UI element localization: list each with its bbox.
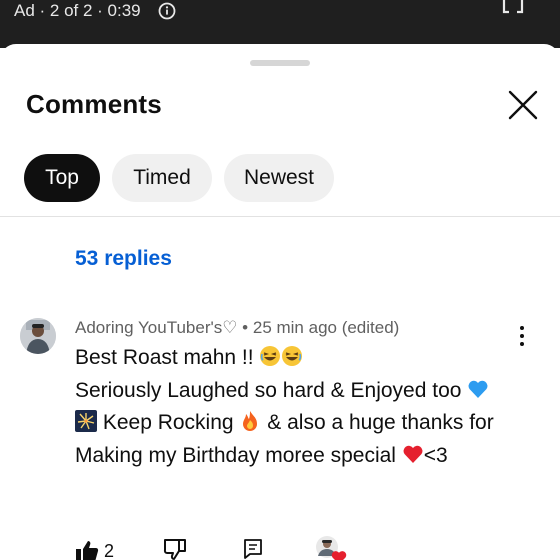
divider xyxy=(0,216,560,217)
like-count: 2 xyxy=(104,541,115,560)
filter-chip-newest[interactable]: Newest xyxy=(224,154,334,202)
filter-chip-top[interactable]: Top xyxy=(24,154,100,202)
comment-line-3: Keep Rocking & also a huge thanks for xyxy=(75,407,545,440)
comments-sheet: Comments Top Timed Newest 53 replies Ado… xyxy=(0,44,560,560)
reply-comment-icon[interactable] xyxy=(242,538,264,560)
video-player-strip[interactable]: Ad · 2 of 2 · 0:39 xyxy=(0,0,560,48)
filter-chip-timed[interactable]: Timed xyxy=(112,154,212,202)
comments-title: Comments xyxy=(26,89,162,119)
thumb-up-icon[interactable] xyxy=(74,538,100,560)
avatar[interactable] xyxy=(20,318,56,354)
comment-text: Best Roast mahn !! Seriously Laughed so … xyxy=(75,342,545,472)
comment-line-4: Making my Birthday moree special <3 xyxy=(75,443,448,467)
info-icon[interactable] xyxy=(158,2,176,20)
close-icon[interactable] xyxy=(504,86,542,124)
thumb-down-icon[interactable] xyxy=(162,537,188,560)
replies-link[interactable]: 53 replies xyxy=(75,246,172,272)
laughing-emoji-icon xyxy=(260,346,281,366)
comment-author-meta: Adoring YouTuber's♡ • 25 min ago (edited… xyxy=(75,318,400,337)
comment-actions: 2 xyxy=(0,534,560,560)
comment-line-1: Best Roast mahn !! xyxy=(75,342,545,375)
avatar-image xyxy=(20,318,56,354)
fireworks-emoji-icon xyxy=(75,410,97,432)
laughing-emoji-icon xyxy=(282,346,303,366)
fullscreen-icon[interactable] xyxy=(502,0,524,16)
red-heart-emoji-icon xyxy=(403,445,423,463)
drag-handle[interactable] xyxy=(250,60,310,66)
creator-heart-icon xyxy=(316,536,347,560)
comment-line-2: Seriously Laughed so hard & Enjoyed too xyxy=(75,375,545,408)
fire-emoji-icon xyxy=(243,411,258,431)
ad-label: Ad · 2 of 2 · 0:39 xyxy=(14,1,141,20)
blue-heart-emoji-icon xyxy=(468,380,488,398)
